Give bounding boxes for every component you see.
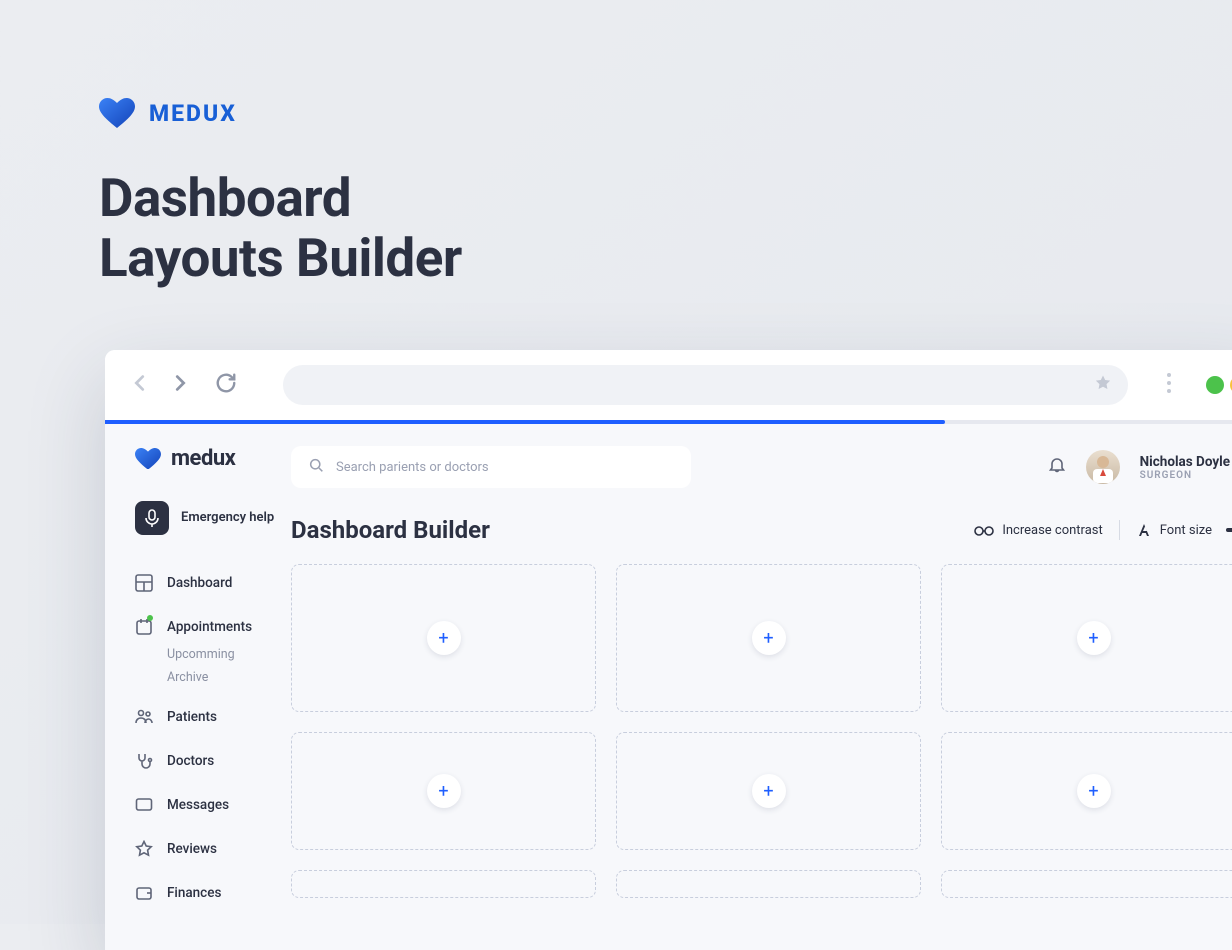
sidebar-item-label: Messages bbox=[167, 797, 229, 813]
hero-title-line1: Dashboard bbox=[99, 167, 351, 229]
font-size-slider[interactable] bbox=[1226, 528, 1232, 532]
page-load-progress bbox=[105, 420, 1232, 424]
sidebar-item-messages[interactable]: Messages bbox=[135, 783, 291, 827]
divider bbox=[1119, 520, 1120, 540]
sidebar-item-patients[interactable]: Patients bbox=[135, 695, 291, 739]
glasses-icon bbox=[974, 523, 994, 537]
builder-slot[interactable]: + bbox=[941, 732, 1232, 850]
app-logo[interactable]: medux bbox=[135, 446, 291, 471]
hero: MEDUX Dashboard Layouts Builder bbox=[99, 98, 462, 289]
builder-slot[interactable]: + bbox=[941, 564, 1232, 712]
emergency-label: Emergency help bbox=[181, 510, 274, 526]
notification-dot-icon bbox=[147, 615, 153, 621]
main: Nicholas Doyle SURGEON Dashboard Builder… bbox=[291, 424, 1232, 950]
browser-toolbar bbox=[105, 350, 1232, 420]
bell-icon[interactable] bbox=[1048, 456, 1066, 478]
sidebar-item-dashboard[interactable]: Dashboard bbox=[135, 561, 291, 605]
builder-grid-row-2: + + + bbox=[291, 732, 1232, 850]
builder-slot[interactable]: + bbox=[616, 870, 921, 898]
sidebar-item-label: Reviews bbox=[167, 841, 217, 857]
plus-icon[interactable]: + bbox=[1077, 774, 1111, 808]
sidebar-item-doctors[interactable]: Doctors bbox=[135, 739, 291, 783]
wallet-icon bbox=[135, 884, 153, 902]
builder-slot[interactable]: + bbox=[941, 870, 1232, 898]
search-field[interactable] bbox=[336, 460, 673, 475]
tool-label: Font size bbox=[1160, 523, 1212, 538]
sidebar-item-label: Appointments bbox=[167, 619, 252, 635]
sidebar-item-reviews[interactable]: Reviews bbox=[135, 827, 291, 871]
traffic-green-icon bbox=[1206, 376, 1224, 394]
app-brand: medux bbox=[171, 446, 235, 471]
star-icon bbox=[135, 840, 153, 858]
back-icon[interactable] bbox=[129, 372, 151, 398]
window-controls bbox=[1206, 376, 1232, 394]
page-title: Dashboard Builder bbox=[291, 516, 490, 544]
plus-icon[interactable]: + bbox=[752, 621, 786, 655]
mic-icon[interactable] bbox=[135, 501, 169, 535]
sidebar: medux Emergency help Dashboard Appointme… bbox=[105, 424, 291, 950]
forward-icon[interactable] bbox=[169, 372, 191, 398]
sidebar-item-label: Patients bbox=[167, 709, 217, 725]
builder-slot[interactable]: + bbox=[291, 732, 596, 850]
heart-icon bbox=[99, 98, 135, 128]
content-header: Dashboard Builder Increase contrast Font… bbox=[291, 516, 1232, 544]
increase-contrast-button[interactable]: Increase contrast bbox=[974, 523, 1102, 538]
stethoscope-icon bbox=[135, 752, 153, 770]
plus-icon[interactable]: + bbox=[427, 774, 461, 808]
builder-slot[interactable]: + bbox=[291, 564, 596, 712]
sidebar-item-label: Finances bbox=[167, 885, 221, 901]
builder-grid-row-1: + + + bbox=[291, 564, 1232, 712]
tool-label: Increase contrast bbox=[1002, 523, 1102, 538]
user-meta[interactable]: Nicholas Doyle SURGEON bbox=[1140, 454, 1230, 481]
heart-icon bbox=[135, 448, 161, 470]
nav-sublist: Upcomming Archive bbox=[167, 645, 291, 687]
sidebar-item-label: Dashboard bbox=[167, 575, 232, 591]
emergency-help[interactable]: Emergency help bbox=[135, 501, 291, 535]
search-icon bbox=[309, 458, 324, 477]
user-role: SURGEON bbox=[1140, 470, 1230, 481]
avatar[interactable] bbox=[1086, 450, 1120, 484]
font-icon bbox=[1136, 522, 1152, 538]
sidebar-subitem-archive[interactable]: Archive bbox=[167, 668, 291, 687]
dashboard-icon bbox=[135, 574, 153, 592]
plus-icon[interactable]: + bbox=[427, 621, 461, 655]
hero-title-line2: Layouts Builder bbox=[99, 227, 462, 289]
builder-grid-row-3: + + + bbox=[291, 870, 1232, 898]
search-input[interactable] bbox=[291, 446, 691, 488]
hero-title: Dashboard Layouts Builder bbox=[99, 168, 462, 289]
builder-slot[interactable]: + bbox=[616, 732, 921, 850]
font-size-control[interactable]: Font size bbox=[1136, 522, 1232, 538]
sidebar-item-label: Doctors bbox=[167, 753, 214, 769]
user-name: Nicholas Doyle bbox=[1140, 454, 1230, 470]
plus-icon[interactable]: + bbox=[1077, 621, 1111, 655]
hero-logo: MEDUX bbox=[99, 98, 462, 128]
builder-slot[interactable]: + bbox=[616, 564, 921, 712]
sidebar-item-appointments[interactable]: Appointments bbox=[135, 605, 291, 649]
sidebar-item-finances[interactable]: Finances bbox=[135, 871, 291, 915]
main-top-bar: Nicholas Doyle SURGEON bbox=[291, 446, 1232, 488]
reload-icon[interactable] bbox=[215, 372, 237, 398]
address-bar[interactable] bbox=[283, 365, 1128, 405]
messages-icon bbox=[135, 796, 153, 814]
browser-window: medux Emergency help Dashboard Appointme… bbox=[105, 350, 1232, 950]
hero-brand: MEDUX bbox=[149, 100, 237, 127]
builder-slot[interactable]: + bbox=[291, 870, 596, 898]
star-icon[interactable] bbox=[1094, 374, 1112, 396]
plus-icon[interactable]: + bbox=[752, 774, 786, 808]
more-icon[interactable] bbox=[1166, 372, 1172, 398]
nav-list: Dashboard Appointments Upcomming Archive… bbox=[135, 561, 291, 915]
patients-icon bbox=[135, 708, 153, 726]
